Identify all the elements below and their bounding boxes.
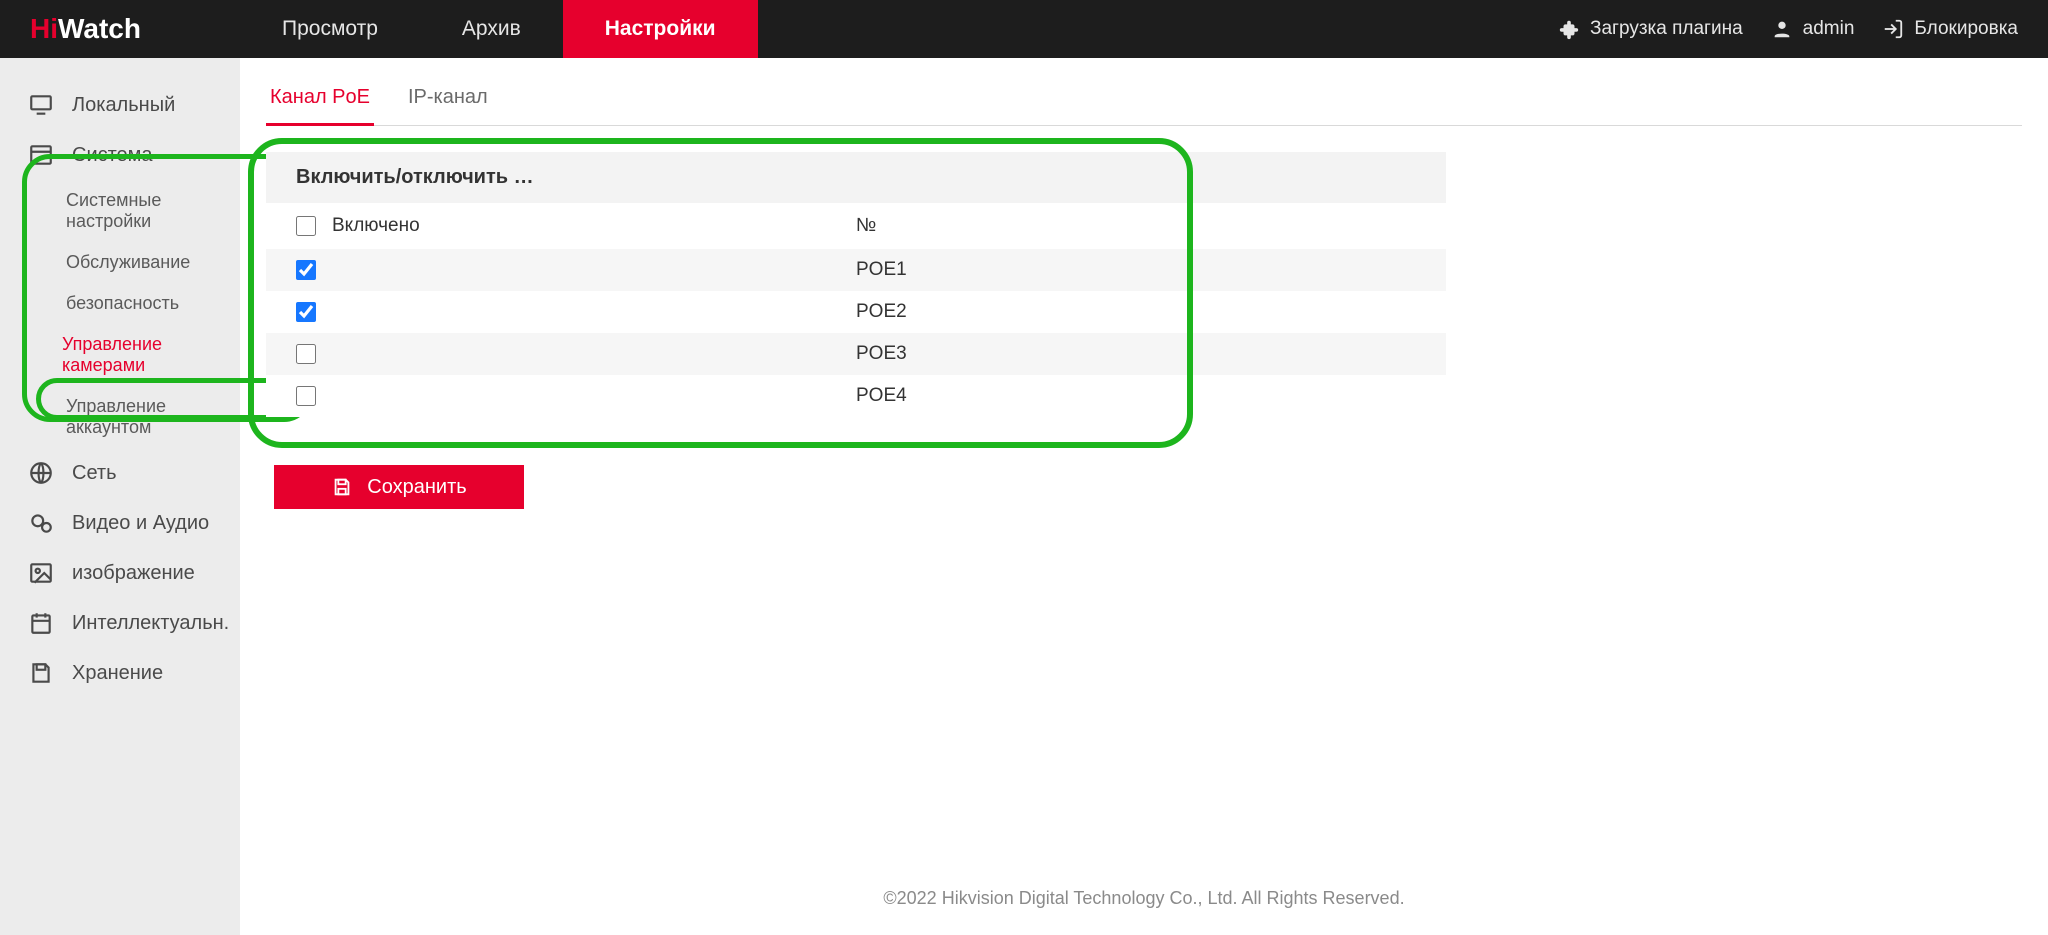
user-name: admin — [1803, 18, 1855, 40]
sidebar-network-label: Сеть — [72, 462, 116, 485]
logout-icon — [1882, 18, 1904, 40]
sidebar-item-local[interactable]: Локальный — [0, 80, 240, 130]
layout-icon — [28, 142, 54, 168]
poe-table: Включить/отключить … Включено № POE1 POE2… — [266, 152, 1446, 417]
table-header-row: Включено № — [266, 203, 1446, 249]
row-channel-no: POE1 — [856, 259, 1056, 281]
puzzle-icon — [1558, 18, 1580, 40]
row-checkbox[interactable] — [296, 344, 316, 364]
table-title: Включить/отключить … — [296, 166, 534, 189]
sidebar-item-smart[interactable]: Интеллектуальн. — [0, 598, 240, 648]
row-channel-no: POE2 — [856, 301, 1056, 323]
sidebar: Локальный Система Системные настройки Об… — [0, 58, 240, 935]
sidebar-local-label: Локальный — [72, 94, 175, 117]
calendar-icon — [28, 610, 54, 636]
brand-logo: HiWatch — [0, 13, 240, 45]
table-row: POE3 — [266, 333, 1446, 375]
save-button[interactable]: Сохранить — [274, 465, 524, 509]
topbar: HiWatch Просмотр Архив Настройки Загрузк… — [0, 0, 2048, 58]
sidebar-sub-maintenance[interactable]: Обслуживание — [0, 242, 240, 283]
sidebar-va-label: Видео и Аудио — [72, 512, 209, 535]
sidebar-image-label: изображение — [72, 562, 195, 585]
camera-icon — [28, 510, 54, 536]
sidebar-storage-label: Хранение — [72, 662, 163, 685]
main-content: Канал PoE IP-канал Включить/отключить … … — [240, 58, 2048, 935]
sidebar-item-network[interactable]: Сеть — [0, 448, 240, 498]
sidebar-sub-camera-management[interactable]: Управление камерами — [0, 324, 240, 386]
sidebar-sub-system-settings[interactable]: Системные настройки — [0, 180, 240, 242]
user-menu[interactable]: admin — [1771, 18, 1855, 40]
sidebar-system-label: Система — [72, 144, 153, 167]
tab-ip-channel[interactable]: IP-канал — [404, 68, 492, 125]
sidebar-item-system[interactable]: Система — [0, 130, 240, 180]
save-icon — [28, 660, 54, 686]
sidebar-sub-account-management[interactable]: Управление аккаунтом — [0, 386, 240, 448]
nav-settings[interactable]: Настройки — [563, 0, 758, 58]
globe-icon — [28, 460, 54, 486]
lock-label: Блокировка — [1914, 18, 2018, 40]
sidebar-smart-label: Интеллектуальн. — [72, 612, 229, 635]
plugin-download-label: Загрузка плагина — [1590, 18, 1743, 40]
tab-poe-channel[interactable]: Канал PoE — [266, 68, 374, 126]
table-title-row: Включить/отключить … — [266, 152, 1446, 203]
row-checkbox[interactable] — [296, 302, 316, 322]
top-right: Загрузка плагина admin Блокировка — [1558, 18, 2048, 40]
row-checkbox[interactable] — [296, 260, 316, 280]
sidebar-sub-security[interactable]: безопасность — [0, 283, 240, 324]
lock-button[interactable]: Блокировка — [1882, 18, 2018, 40]
brand-part1: Hi — [30, 13, 58, 44]
content-tabs: Канал PoE IP-канал — [266, 68, 2022, 126]
table-row: POE1 — [266, 249, 1446, 291]
sidebar-item-image[interactable]: изображение — [0, 548, 240, 598]
image-icon — [28, 560, 54, 586]
table-row: POE4 — [266, 375, 1446, 417]
save-icon — [331, 476, 353, 498]
top-nav: Просмотр Архив Настройки — [240, 0, 758, 58]
sidebar-item-video-audio[interactable]: Видео и Аудио — [0, 498, 240, 548]
row-checkbox[interactable] — [296, 386, 316, 406]
save-button-label: Сохранить — [367, 476, 466, 499]
select-all-checkbox[interactable] — [296, 216, 316, 236]
user-icon — [1771, 18, 1793, 40]
sidebar-item-storage[interactable]: Хранение — [0, 648, 240, 698]
nav-view[interactable]: Просмотр — [240, 0, 420, 58]
brand-part2: Watch — [58, 13, 141, 44]
row-channel-no: POE3 — [856, 343, 1056, 365]
plugin-download-link[interactable]: Загрузка плагина — [1558, 18, 1743, 40]
col-enabled-label: Включено — [332, 215, 420, 237]
footer-text: ©2022 Hikvision Digital Technology Co., … — [240, 888, 2048, 909]
col-no-label: № — [856, 215, 1056, 237]
nav-archive[interactable]: Архив — [420, 0, 563, 58]
table-row: POE2 — [266, 291, 1446, 333]
row-channel-no: POE4 — [856, 385, 1056, 407]
monitor-icon — [28, 92, 54, 118]
